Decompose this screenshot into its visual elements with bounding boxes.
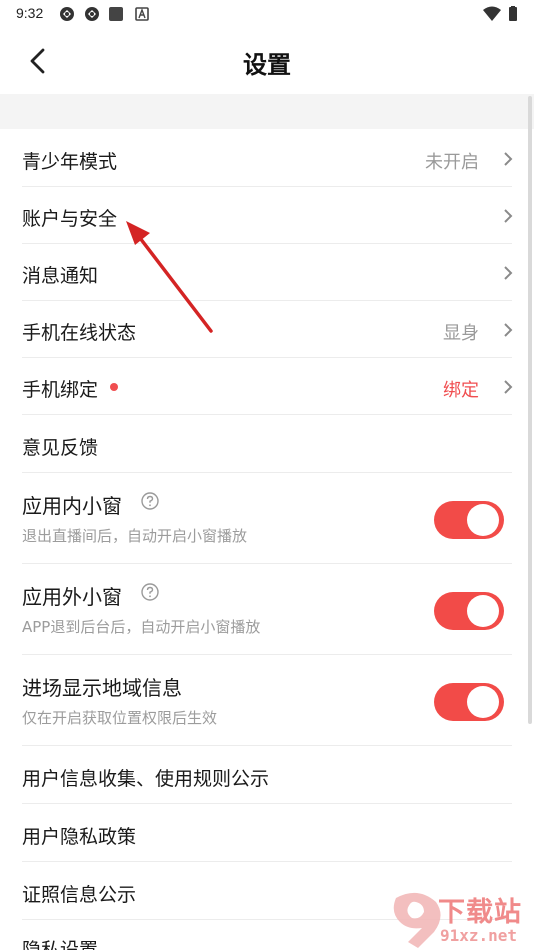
row-phone-binding[interactable]: 手机绑定 绑定: [0, 358, 534, 415]
red-dot-badge: [110, 383, 118, 391]
row-label: 应用外小窗: [22, 585, 122, 609]
row-label: 进场显示地域信息: [22, 676, 182, 700]
row-description: 仅在开启获取位置权限后生效: [22, 709, 218, 727]
help-icon[interactable]: [141, 492, 159, 510]
watermark-domain: 91xz.net: [440, 926, 518, 945]
row-region-info: 进场显示地域信息 仅在开启获取位置权限后生效: [0, 655, 534, 746]
help-icon[interactable]: [141, 583, 159, 601]
row-label: 应用内小窗: [22, 494, 122, 518]
watermark: 下载站 91xz.net: [388, 888, 534, 950]
chevron-right-icon: [504, 209, 513, 223]
chevron-right-icon: [504, 152, 513, 166]
row-label: 用户信息收集、使用规则公示: [22, 768, 270, 790]
font-notification-icon: [135, 7, 149, 21]
row-out-app-window: 应用外小窗 APP退到后台后，自动开启小窗播放: [0, 564, 534, 655]
nav-bar: 设置: [0, 28, 534, 94]
chevron-right-icon: [504, 266, 513, 280]
row-online-status[interactable]: 手机在线状态 显身: [0, 301, 534, 358]
row-value: 显身: [443, 323, 479, 344]
section-gap: [0, 94, 534, 129]
row-info-rules[interactable]: 用户信息收集、使用规则公示: [0, 746, 534, 804]
status-bar: 9:32: [0, 0, 534, 28]
wifi-icon: [483, 6, 501, 21]
battery-icon: [509, 6, 517, 21]
page-title: 设置: [243, 51, 291, 79]
row-label: 青少年模式: [22, 151, 118, 173]
out-app-window-toggle[interactable]: [434, 592, 504, 630]
status-time: 9:32: [16, 5, 44, 21]
row-in-app-window: 应用内小窗 退出直播间后，自动开启小窗播放: [0, 473, 534, 564]
row-privacy-policy[interactable]: 用户隐私政策: [0, 804, 534, 862]
row-label: 意见反馈: [22, 437, 99, 459]
row-label: 隐私设置: [22, 939, 99, 950]
row-label: 用户隐私政策: [22, 826, 137, 848]
row-label: 证照信息公示: [22, 884, 137, 906]
square-notification-icon: [109, 7, 123, 21]
row-feedback[interactable]: 意见反馈: [0, 415, 534, 473]
row-teen-mode[interactable]: 青少年模式 未开启: [0, 130, 534, 187]
row-label: 手机绑定: [22, 379, 99, 401]
row-description: 退出直播间后，自动开启小窗播放: [22, 527, 248, 545]
toggle-knob: [467, 595, 499, 627]
app-notification-icon: [60, 7, 74, 21]
row-label: 手机在线状态: [22, 322, 137, 344]
row-value: 绑定: [443, 380, 479, 401]
row-account-security[interactable]: 账户与安全: [0, 187, 534, 244]
row-description: APP退到后台后，自动开启小窗播放: [22, 618, 261, 636]
in-app-window-toggle[interactable]: [434, 501, 504, 539]
row-label: 消息通知: [22, 265, 99, 287]
region-info-toggle[interactable]: [434, 683, 504, 721]
row-value: 未开启: [425, 152, 479, 173]
chevron-right-icon: [504, 380, 513, 394]
toggle-knob: [467, 504, 499, 536]
row-label: 账户与安全: [22, 208, 118, 230]
row-notifications[interactable]: 消息通知: [0, 244, 534, 301]
toggle-knob: [467, 686, 499, 718]
watermark-brand: 下载站: [438, 897, 522, 928]
chevron-right-icon: [504, 323, 513, 337]
app-notification-icon: [85, 7, 99, 21]
